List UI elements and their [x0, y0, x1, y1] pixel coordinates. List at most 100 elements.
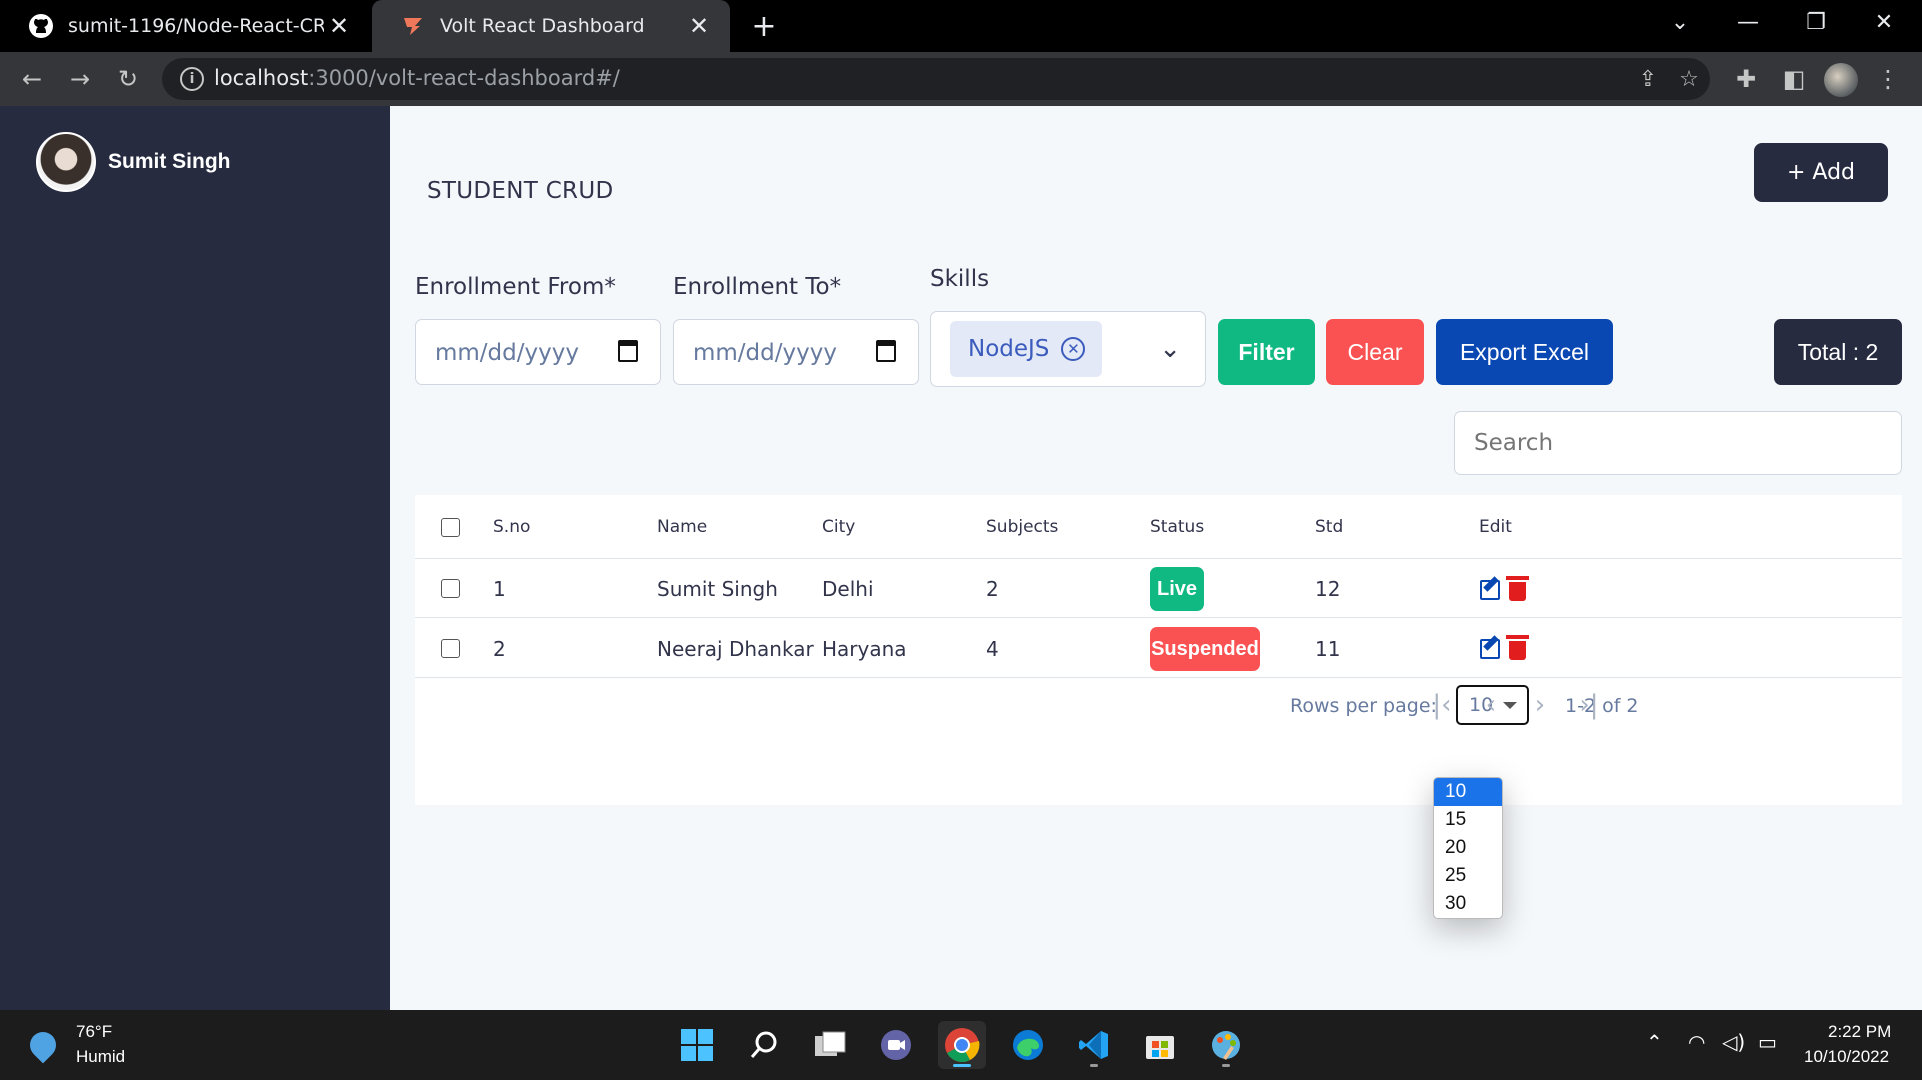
calendar-icon[interactable] — [876, 340, 896, 362]
weather-desc[interactable]: Humid — [76, 1047, 125, 1067]
last-page-icon[interactable]: ›| — [1574, 690, 1604, 720]
enrollment-from-label: Enrollment From* — [415, 274, 616, 300]
main-content: STUDENT CRUD + Add Enrollment From* mm/d… — [390, 106, 1922, 1010]
tab-title: sumit-1196/Node-React-CRUD — [68, 15, 324, 37]
task-view-icon[interactable] — [806, 1021, 854, 1069]
skills-multiselect[interactable]: NodeJS ✕ ⌄ — [930, 311, 1206, 387]
window-close-icon[interactable]: ✕ — [1856, 0, 1912, 44]
skill-chip: NodeJS ✕ — [950, 321, 1102, 377]
clock-time[interactable]: 2:22 PM — [1828, 1022, 1891, 1042]
cell-city: Haryana — [822, 637, 907, 661]
col-city[interactable]: City — [822, 517, 855, 537]
volt-icon — [400, 13, 426, 39]
prev-page-icon[interactable]: ‹ — [1476, 690, 1506, 720]
wifi-icon[interactable]: ◠ — [1688, 1030, 1705, 1054]
rows-option[interactable]: 10 — [1434, 778, 1502, 806]
tab-volt-dashboard[interactable]: Volt React Dashboard ✕ — [372, 0, 730, 52]
rows-option[interactable]: 15 — [1434, 806, 1502, 834]
taskbar: 76°F Humid ⌃ ◠ ◁) ▭ 2:22 PM 10/10/2022 — [0, 1010, 1922, 1080]
bookmark-star-icon[interactable]: ☆ — [1674, 64, 1704, 94]
rows-per-page-dropdown: 10 15 20 25 30 — [1433, 777, 1503, 919]
extensions-icon[interactable]: ✚ — [1728, 61, 1764, 97]
export-excel-button[interactable]: Export Excel — [1436, 319, 1613, 385]
skill-chip-label: NodeJS — [968, 336, 1050, 362]
enrollment-from-input[interactable]: mm/dd/yyyy — [415, 319, 661, 385]
cell-name: Sumit Singh — [657, 577, 778, 601]
close-icon[interactable]: ✕ — [324, 11, 354, 41]
store-icon[interactable] — [1136, 1021, 1184, 1069]
restore-icon[interactable]: ❐ — [1788, 0, 1844, 44]
search-icon[interactable] — [740, 1021, 788, 1069]
volume-icon[interactable]: ◁) — [1722, 1030, 1745, 1054]
add-student-button[interactable]: + Add — [1754, 143, 1888, 202]
teams-chat-icon[interactable] — [872, 1021, 920, 1069]
chevron-down-icon[interactable]: ⌄ — [1159, 334, 1181, 364]
page-title: STUDENT CRUD — [427, 178, 614, 204]
tab-title: Volt React Dashboard — [440, 15, 645, 37]
col-subjects[interactable]: Subjects — [986, 517, 1058, 537]
clear-button[interactable]: Clear — [1326, 319, 1424, 385]
battery-icon[interactable]: ▭ — [1758, 1030, 1777, 1054]
avatar — [36, 132, 96, 192]
edge-icon[interactable] — [1004, 1021, 1052, 1069]
row-checkbox[interactable] — [441, 579, 460, 598]
table-row: 2 Neeraj Dhankar Haryana 4 Suspended 11 — [415, 618, 1902, 678]
col-std[interactable]: Std — [1315, 517, 1343, 537]
col-sno[interactable]: S.no — [493, 517, 530, 537]
forward-icon[interactable]: → — [62, 61, 98, 97]
search-input[interactable] — [1454, 411, 1902, 475]
paint-icon[interactable] — [1202, 1021, 1250, 1069]
sidebar: Sumit Singh — [0, 106, 390, 1010]
info-icon[interactable]: i — [180, 67, 204, 91]
tab-github[interactable]: sumit-1196/Node-React-CRUD ✕ — [0, 0, 370, 52]
skills-label: Skills — [930, 266, 990, 292]
address-bar[interactable]: i localhost:3000/volt-react-dashboard#/ … — [162, 58, 1710, 100]
rows-option[interactable]: 30 — [1434, 890, 1502, 918]
cell-subjects: 2 — [986, 577, 999, 601]
profile-avatar[interactable] — [1824, 63, 1858, 97]
remove-skill-icon[interactable]: ✕ — [1061, 337, 1086, 361]
url-path: :3000/volt-react-dashboard#/ — [308, 66, 620, 90]
cell-sno: 2 — [493, 637, 506, 661]
col-status[interactable]: Status — [1150, 517, 1204, 537]
col-name[interactable]: Name — [657, 517, 707, 537]
edit-icon[interactable] — [1480, 639, 1500, 659]
table-header: S.no Name City Subjects Status Std Edit — [415, 495, 1902, 559]
chevron-up-icon[interactable]: ⌃ — [1646, 1030, 1663, 1054]
rows-option[interactable]: 25 — [1434, 862, 1502, 890]
more-menu-icon[interactable]: ⋮ — [1870, 61, 1906, 97]
next-page-icon[interactable]: › — [1525, 690, 1555, 720]
rows-option[interactable]: 20 — [1434, 834, 1502, 862]
clock-date[interactable]: 10/10/2022 — [1804, 1047, 1889, 1067]
edit-icon[interactable] — [1480, 580, 1500, 600]
enrollment-to-input[interactable]: mm/dd/yyyy — [673, 319, 919, 385]
enrollment-to-label: Enrollment To* — [673, 274, 842, 300]
browser-toolbar: ← → ↻ i localhost:3000/volt-react-dashbo… — [0, 52, 1922, 106]
running-indicator — [1222, 1064, 1230, 1067]
vscode-icon[interactable] — [1070, 1021, 1118, 1069]
weather-temp[interactable]: 76°F — [76, 1022, 112, 1042]
delete-icon[interactable] — [1506, 635, 1529, 660]
cell-name: Neeraj Dhankar — [657, 637, 814, 661]
weather-icon[interactable] — [24, 1026, 62, 1064]
side-panel-icon[interactable]: ◧ — [1776, 61, 1812, 97]
new-tab-button[interactable]: + — [748, 9, 780, 44]
first-page-icon[interactable]: |‹ — [1427, 690, 1457, 720]
close-icon[interactable]: ✕ — [684, 11, 714, 41]
share-icon[interactable]: ⇪ — [1633, 64, 1663, 94]
filter-button[interactable]: Filter — [1218, 319, 1315, 385]
select-all-checkbox[interactable] — [441, 518, 460, 537]
chrome-icon[interactable] — [938, 1021, 986, 1069]
back-icon[interactable]: ← — [14, 61, 50, 97]
tab-search-icon[interactable]: ⌄ — [1652, 0, 1708, 44]
url-text[interactable]: localhost:3000/volt-react-dashboard#/ — [214, 66, 620, 90]
start-icon[interactable] — [673, 1021, 721, 1069]
row-checkbox[interactable] — [441, 639, 460, 658]
minimize-icon[interactable]: — — [1720, 0, 1776, 44]
calendar-icon[interactable] — [618, 340, 638, 362]
reload-icon[interactable]: ↻ — [110, 61, 146, 97]
github-icon — [28, 13, 54, 39]
col-edit: Edit — [1479, 517, 1512, 537]
delete-icon[interactable] — [1506, 576, 1529, 601]
cell-sno: 1 — [493, 577, 506, 601]
